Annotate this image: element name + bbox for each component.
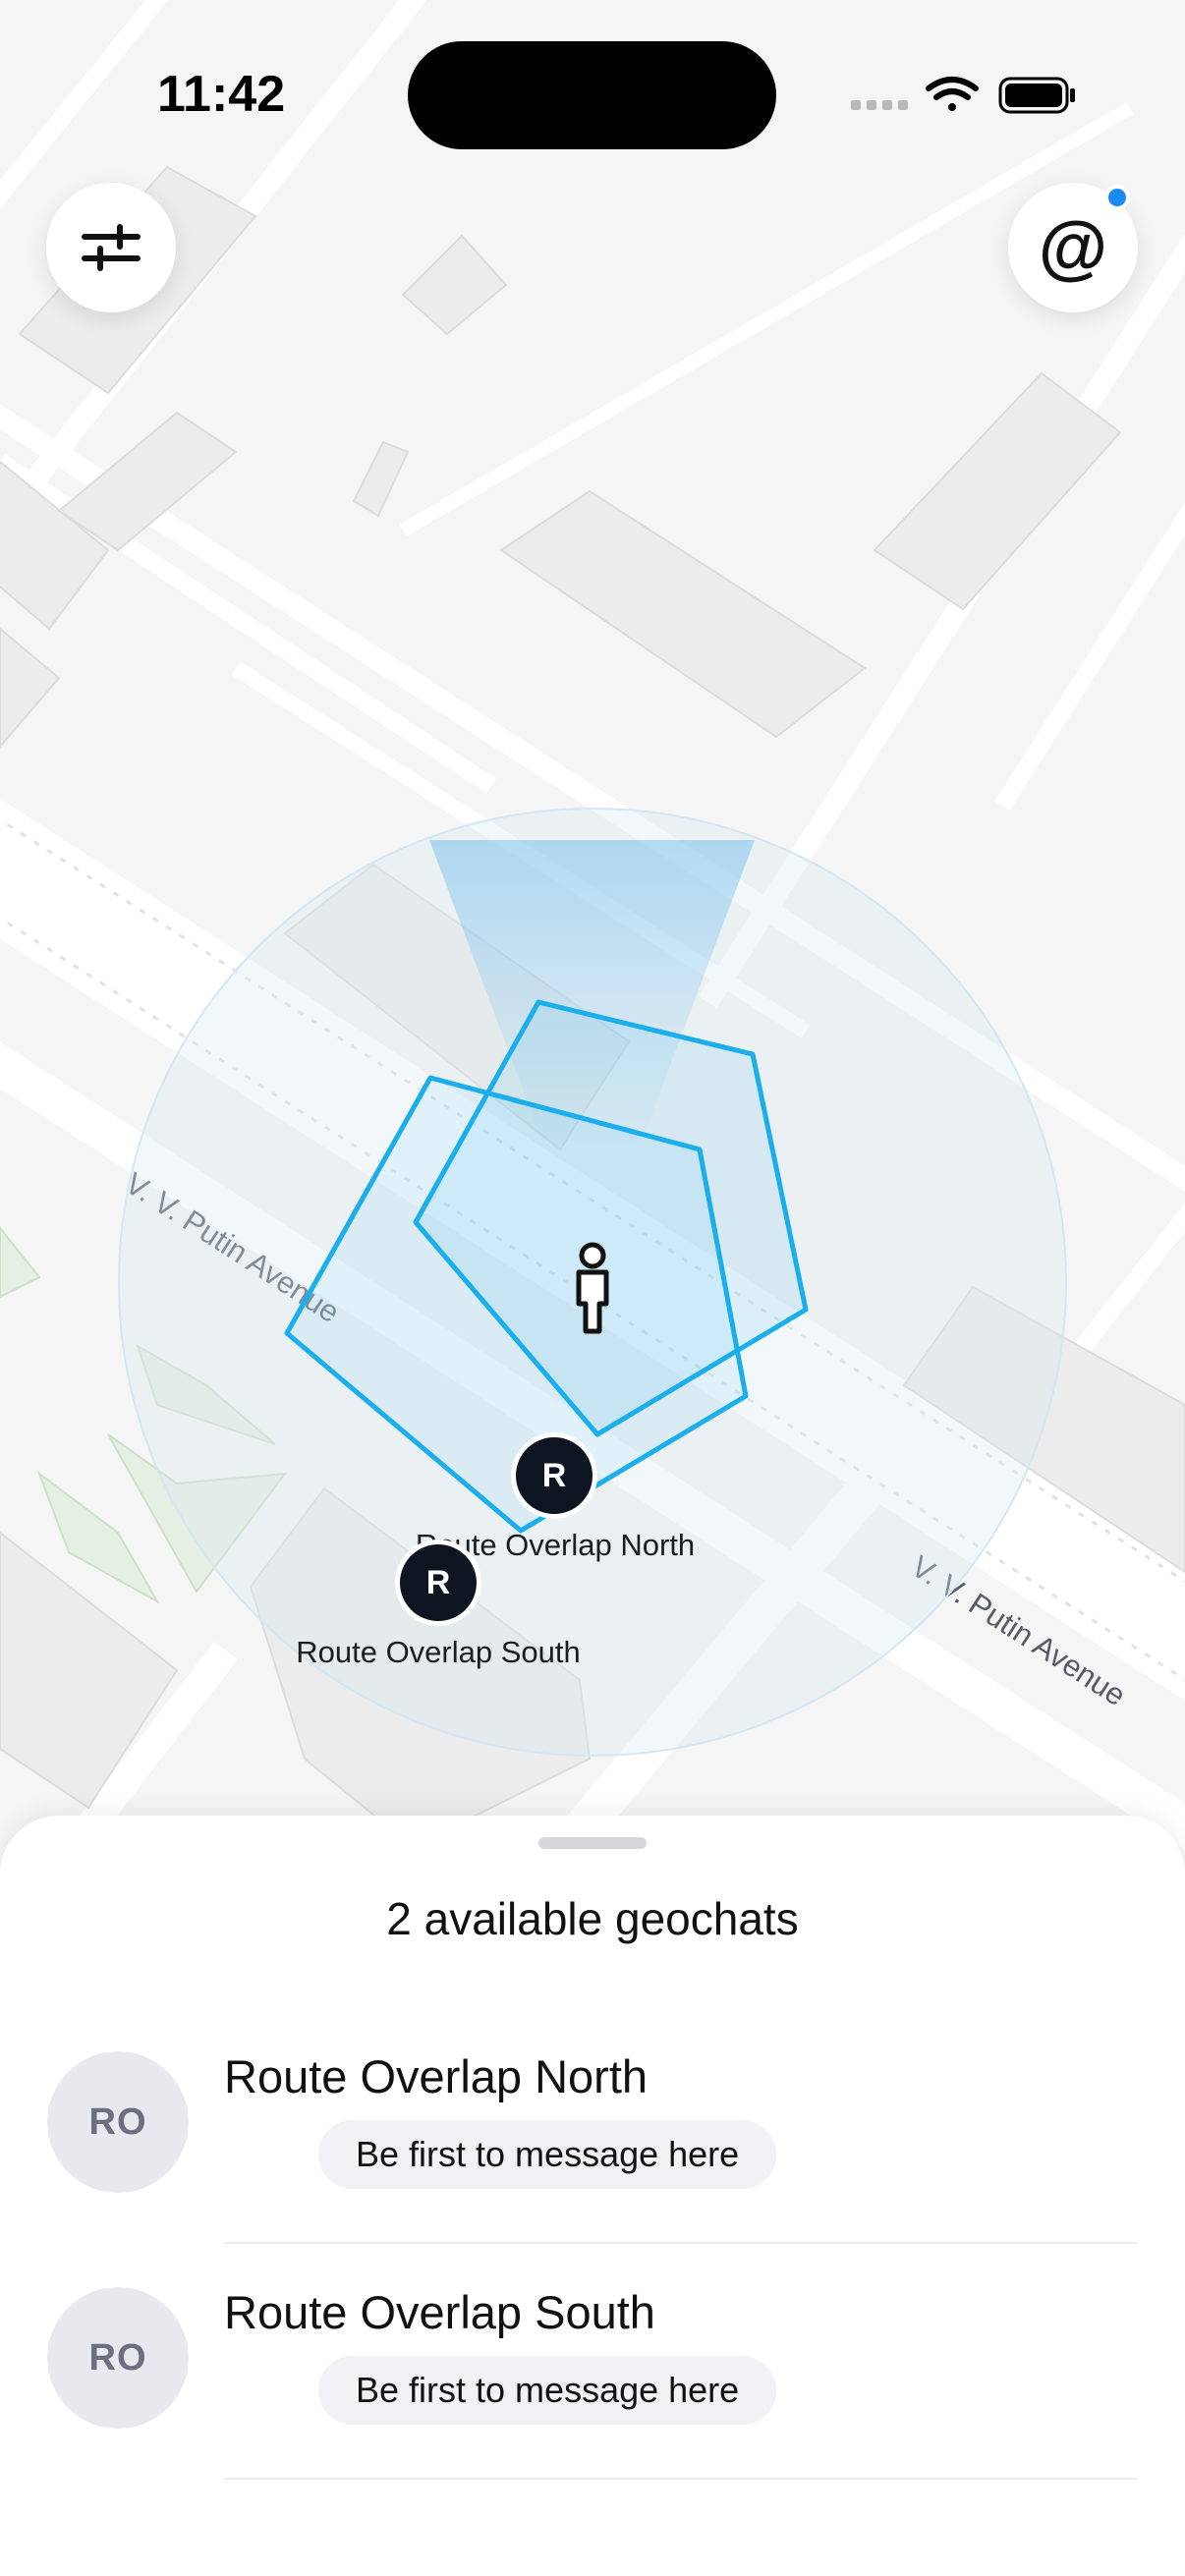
avatar: RO	[47, 2051, 189, 2193]
geochat-sheet: 2 available geochats RO Route Overlap No…	[0, 1816, 1185, 2576]
map-marker-label-south: Route Overlap South	[296, 1635, 581, 1669]
status-bar: 11:42	[0, 0, 1185, 187]
geochat-list-item[interactable]: RO Route Overlap North Be first to messa…	[0, 2050, 1185, 2287]
status-icons	[851, 77, 1075, 114]
geochat-subtitle-chip: Be first to message here	[318, 2356, 777, 2425]
sheet-title: 2 available geochats	[386, 1893, 799, 1944]
notification-dot	[1104, 185, 1130, 210]
avatar: RO	[47, 2287, 189, 2429]
geochat-title: Route Overlap South	[224, 2286, 655, 2338]
status-time: 11:42	[157, 66, 286, 123]
map-marker-initial: R	[541, 1456, 567, 1494]
filter-sliders-icon	[82, 224, 141, 271]
map-view[interactable]: V. V. Putin Avenue V. V. Putin Avenue	[0, 0, 1185, 1867]
map-marker-initial: R	[425, 1563, 451, 1601]
filter-button[interactable]	[46, 183, 176, 312]
map-marker-south[interactable]: R	[395, 1540, 481, 1626]
sheet-grabber[interactable]	[538, 1837, 647, 1849]
list-divider	[224, 2478, 1138, 2480]
geochat-subtitle-chip: Be first to message here	[318, 2120, 777, 2189]
battery-icon	[998, 77, 1075, 114]
cellular-signal-icon	[851, 100, 908, 110]
geochat-list-item[interactable]: RO Route Overlap South Be first to messa…	[0, 2286, 1185, 2523]
at-sign-icon: @	[1038, 208, 1108, 287]
wifi-icon	[926, 77, 979, 111]
map-marker-north[interactable]: R	[511, 1432, 597, 1519]
list-divider	[224, 2242, 1138, 2244]
dynamic-island	[408, 41, 776, 149]
geochat-title: Route Overlap North	[224, 2050, 649, 2102]
